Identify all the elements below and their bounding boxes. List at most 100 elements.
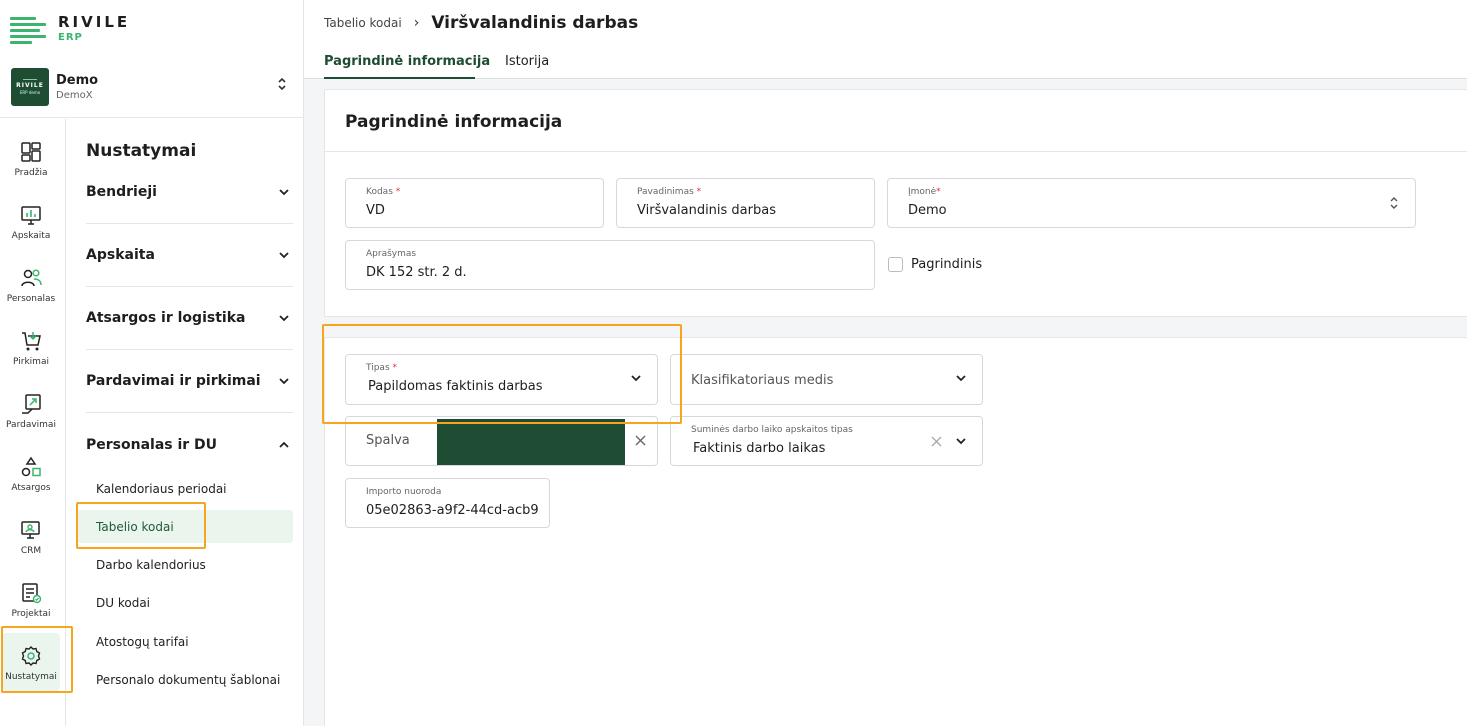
rail-label: Atsargos [11,483,51,493]
sidebar: RIVILE ERP RIVILE ERP demo Demo DemoX Pr… [0,0,304,726]
chevron-up-icon [279,441,289,448]
chevron-down-icon [279,314,289,321]
rail-label: Nustatymai [5,672,57,682]
rail-item-pardavimai[interactable]: Pardavimai [2,381,60,439]
rail-label: Pradžia [14,168,48,178]
org-switcher[interactable]: RIVILE ERP demo Demo DemoX [0,56,303,118]
spalva-color-picker[interactable]: Spalva [345,416,658,466]
field-label: Kodas * [366,187,401,197]
rail-item-pirkimai[interactable]: Pirkimai [2,318,60,376]
pagrindinis-checkbox-row[interactable]: Pagrindinis [888,257,982,272]
rail-item-personalas[interactable]: Personalas [2,255,60,313]
rail-label: Projektai [11,609,51,619]
importo-nuoroda-field[interactable]: Importo nuoroda 05e02863-a9f2-44cd-acb9 [345,478,550,528]
menu-group-atsargos[interactable]: Atsargos ir logistika [86,287,293,350]
kodas-field[interactable]: Kodas * VD [345,178,604,228]
rail-item-pradzia[interactable]: Pradžia [2,129,60,187]
menu-title: Nustatymai [86,141,197,161]
tab-bar: Pagrindinė informacija Istorija [304,44,1467,79]
type-card: Tipas * Papildomas faktinis darbas Klasi… [324,337,1467,726]
menu-group-label: Bendrieji [86,184,157,200]
org-name: Demo [56,72,99,88]
cart-icon [22,332,41,351]
org-sub: DemoX [56,89,93,101]
kodas-value: VD [366,203,385,218]
rail-label: CRM [20,546,42,556]
pagrindinis-checkbox[interactable] [888,257,903,272]
sub-item-kalendoriaus-periodai[interactable]: Kalendoriaus periodai [76,472,293,505]
sumines-value: Faktinis darbo laikas [693,441,826,456]
sub-item-dokumentu-sablonai[interactable]: Personalo dokumentų šablonai [76,663,293,696]
color-swatch[interactable] [437,419,625,465]
rail-item-nustatymai[interactable]: Nustatymai [2,633,60,691]
page-title: Viršvalandinis darbas [431,13,639,33]
main-content: Tabelio kodai › Viršvalandinis darbas Pa… [304,0,1467,726]
imone-select[interactable]: Įmonė* Demo [887,178,1416,228]
rail-label: Pardavimai [6,420,56,430]
imone-value: Demo [908,203,947,218]
menu-group-apskaita[interactable]: Apskaita [86,224,293,287]
org-logo-sub: ERP demo [19,89,41,95]
app-root: RIVILE ERP RIVILE ERP demo Demo DemoX Pr… [0,0,1467,726]
tab-pagrindine-informacija[interactable]: Pagrindinė informacija [324,54,490,69]
menu-group-label: Pardavimai ir pirkimai [86,373,261,389]
crm-icon [21,521,40,539]
sales-icon [22,394,41,414]
brand-sub: ERP [58,32,83,43]
rail-label: Personalas [6,294,56,304]
aprasymas-value: DK 152 str. 2 d. [366,265,467,280]
updown-chevron-icon [1390,197,1398,209]
pavadinimas-field[interactable]: Pavadinimas * Viršvalandinis darbas [616,178,875,228]
rail-item-projektai[interactable]: Projektai [2,570,60,628]
sumines-select[interactable]: Suminės darbo laiko apskaitos tipas Fakt… [670,416,983,466]
tipas-select[interactable]: Tipas * Papildomas faktinis darbas [345,354,658,405]
field-label: Pavadinimas * [637,187,702,197]
rail-label: Pirkimai [13,357,49,367]
chevron-down-icon [956,375,966,382]
chevron-down-icon [631,375,641,382]
org-logo-text: RIVILE [16,81,44,89]
project-icon [22,583,42,604]
aprasymas-field[interactable]: Aprašymas DK 152 str. 2 d. [345,240,875,290]
chevron-down-icon [279,251,289,258]
brand-name: RIVILE [58,13,131,31]
brand-logo[interactable]: RIVILE ERP [10,14,130,48]
chevron-down-icon [279,188,289,195]
pavadinimas-value: Viršvalandinis darbas [637,203,776,218]
clear-icon[interactable] [635,435,646,446]
sub-item-du-kodai[interactable]: DU kodai [76,586,293,619]
spalva-placeholder: Spalva [366,433,410,448]
field-label: Importo nuoroda [366,487,442,497]
chevron-down-icon [956,438,966,445]
importo-value: 05e02863-a9f2-44cd-acb9 [366,503,539,518]
menu-group-pardavimai[interactable]: Pardavimai ir pirkimai [86,350,293,413]
updown-chevron-icon[interactable] [277,76,287,94]
people-icon [21,269,42,287]
brand-lines-icon [10,14,48,44]
icon-rail: Pradžia Apskaita Personalas Pirkimai Par… [0,119,66,726]
checkbox-label: Pagrindinis [911,257,983,272]
menu-group-personalas[interactable]: Personalas ir DU [86,413,293,476]
org-logo: RIVILE ERP demo [11,67,49,106]
sub-item-tabelio-kodai[interactable]: Tabelio kodai [76,510,293,543]
menu-group-label: Atsargos ir logistika [86,310,246,326]
menu-group-bendrieji[interactable]: Bendrieji [86,161,293,224]
breadcrumb-parent-link[interactable]: Tabelio kodai [324,16,402,30]
rail-item-apskaita[interactable]: Apskaita [2,192,60,250]
menu-group-label: Personalas ir DU [86,436,218,453]
clear-icon[interactable] [931,436,942,447]
dashboard-icon [21,142,41,162]
rail-item-crm[interactable]: CRM [2,507,60,565]
general-info-card: Pagrindinė informacija Kodas * VD Pavadi… [324,89,1467,317]
klasifikatorius-select[interactable]: Klasifikatoriaus medis [670,354,983,405]
sub-item-atostogu-tarifai[interactable]: Atostogų tarifai [76,625,293,658]
tab-istorija[interactable]: Istorija [505,54,549,69]
menu-group-label: Apskaita [86,247,155,263]
shapes-icon [21,456,41,477]
rail-item-atsargos[interactable]: Atsargos [2,444,60,502]
field-label: Aprašymas [366,249,417,259]
gear-icon [21,646,41,666]
breadcrumb-separator-icon: › [413,15,420,31]
tipas-value: Papildomas faktinis darbas [368,379,543,394]
sub-item-darbo-kalendorius[interactable]: Darbo kalendorius [76,548,293,581]
